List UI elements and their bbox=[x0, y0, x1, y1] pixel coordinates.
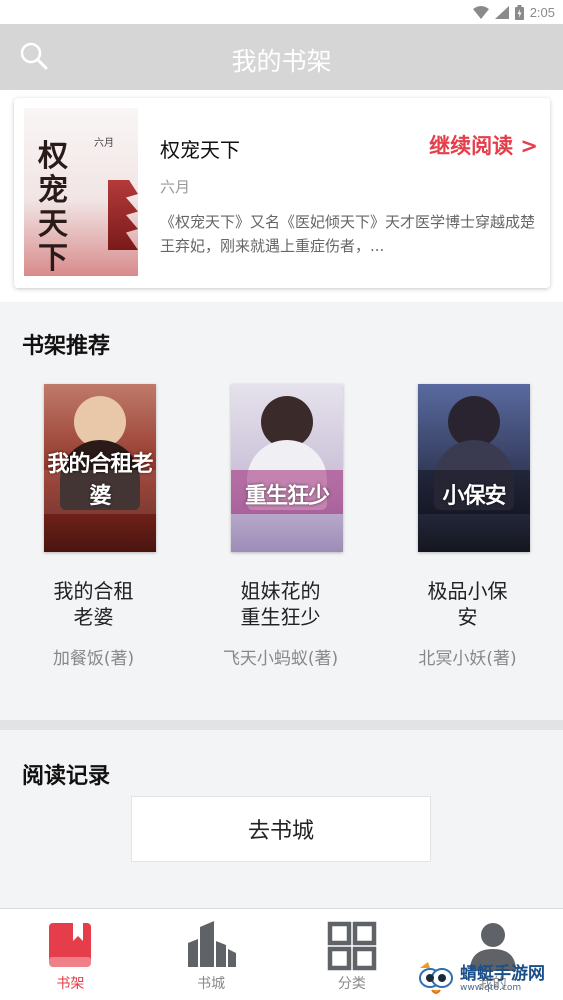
signal-icon bbox=[494, 5, 509, 19]
recommend-book-author: 加餐饭(著) bbox=[52, 649, 135, 669]
tab-store-label: 书城 bbox=[197, 976, 226, 992]
recommend-book-title[interactable]: 极品小保安 bbox=[374, 578, 561, 630]
tab-store[interactable]: 书城 bbox=[141, 909, 282, 1000]
recent-book-cover[interactable]: 权宠天下 六月 bbox=[24, 108, 138, 276]
status-time: 2:05 bbox=[529, 4, 555, 20]
watermark-name: 蜻蜓手游网 bbox=[460, 964, 545, 984]
category-grid-icon bbox=[327, 921, 377, 971]
recommend-cover-text: 小保安 bbox=[442, 484, 506, 509]
recent-cover-title: 权宠天下 bbox=[38, 139, 68, 276]
recommend-section-title: 书架推荐 bbox=[22, 334, 111, 359]
history-section-title: 阅读记录 bbox=[22, 764, 111, 789]
goto-store-button[interactable]: 去书城 bbox=[131, 796, 431, 862]
store-icon bbox=[188, 921, 237, 967]
bookshelf-icon bbox=[49, 923, 92, 967]
continue-reading-button[interactable]: 继续阅读 > bbox=[429, 130, 538, 160]
history-section: 阅读记录 去书城 bbox=[0, 730, 563, 908]
recommend-book-title[interactable]: 我的合租老婆 bbox=[0, 578, 187, 630]
wifi-icon bbox=[472, 5, 489, 19]
recent-cover-author: 六月 bbox=[94, 138, 114, 149]
recommend-book-cover[interactable]: 我的合租老婆 bbox=[44, 384, 156, 552]
app-header: 我的书架 bbox=[0, 24, 563, 90]
recent-book-section: 权宠天下 六月 权宠天下 六月 继续阅读 > 《权宠天下》又名《医妃倾天下》天才… bbox=[0, 90, 563, 302]
page-title: 我的书架 bbox=[231, 47, 332, 76]
recommend-section: 书架推荐 我的合租老婆 我的合租老婆 加餐饭(著) 重生狂少 姐妹花的重生狂少 … bbox=[0, 302, 563, 720]
recent-book-title[interactable]: 权宠天下 bbox=[160, 134, 240, 163]
recent-book-card[interactable]: 权宠天下 六月 权宠天下 六月 继续阅读 > 《权宠天下》又名《医妃倾天下》天才… bbox=[14, 98, 550, 288]
pagoda-illustration bbox=[108, 180, 138, 250]
dragonfly-logo-icon bbox=[419, 962, 453, 994]
tab-bookshelf-label: 书架 bbox=[56, 976, 85, 992]
tab-category-label: 分类 bbox=[337, 976, 366, 992]
watermark-url: www.qt6.com bbox=[460, 983, 522, 993]
recommend-cover-text: 重生狂少 bbox=[244, 484, 330, 509]
status-bar: 2:05 bbox=[0, 0, 563, 24]
recommend-book-item[interactable]: 我的合租老婆 我的合租老婆 加餐饭(著) bbox=[0, 382, 187, 682]
recommend-list: 我的合租老婆 我的合租老婆 加餐饭(著) 重生狂少 姐妹花的重生狂少 飞天小蚂蚁… bbox=[0, 382, 563, 682]
battery-icon bbox=[514, 4, 524, 20]
watermark: 蜻蜓手游网 www.qt6.com bbox=[416, 958, 563, 1000]
recommend-book-cover[interactable]: 小保安 bbox=[418, 384, 530, 552]
recommend-book-author: 北冥小妖(著) bbox=[418, 649, 517, 669]
recommend-book-cover[interactable]: 重生狂少 bbox=[231, 384, 343, 552]
recent-book-description: 《权宠天下》又名《医妃倾天下》天才医学博士穿越成楚王弃妃，刚来就遇上重症伤者，.… bbox=[160, 213, 536, 255]
status-icons: 2:05 bbox=[472, 3, 555, 21]
recent-book-author: 六月 bbox=[160, 178, 191, 196]
recommend-book-item[interactable]: 重生狂少 姐妹花的重生狂少 飞天小蚂蚁(著) bbox=[187, 382, 374, 682]
recommend-cover-text: 我的合租老婆 bbox=[47, 452, 153, 509]
tab-bookshelf[interactable]: 书架 bbox=[0, 909, 141, 1000]
section-divider bbox=[0, 720, 563, 730]
recommend-book-title[interactable]: 姐妹花的重生狂少 bbox=[187, 578, 374, 630]
recommend-book-author: 飞天小蚂蚁(著) bbox=[222, 649, 339, 669]
tab-category[interactable]: 分类 bbox=[282, 909, 423, 1000]
recommend-book-item[interactable]: 小保安 极品小保安 北冥小妖(著) bbox=[374, 382, 561, 682]
